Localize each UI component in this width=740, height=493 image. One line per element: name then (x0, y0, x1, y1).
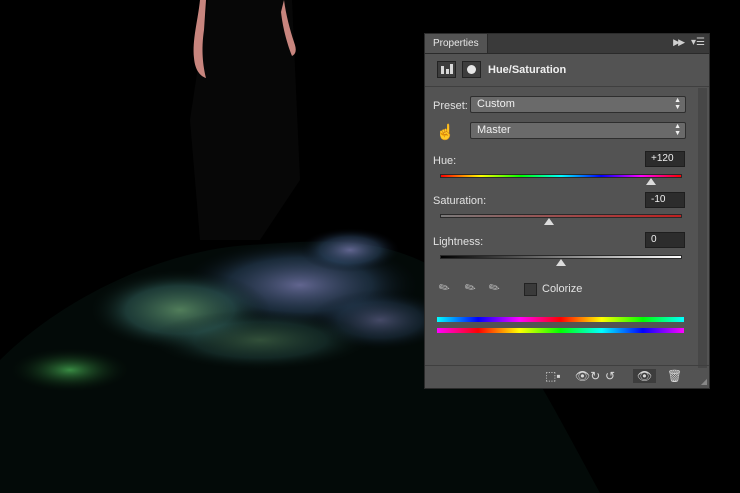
updown-arrows-icon: ▲ ▼ (674, 123, 681, 137)
targeted-adjustment-hand-icon[interactable]: ☝ (436, 123, 455, 141)
view-previous-icon[interactable]: 👁↻ (575, 369, 600, 383)
hue-slider-thumb[interactable] (645, 178, 656, 185)
tab-properties[interactable]: Properties (425, 34, 488, 53)
double-chevron-right-icon[interactable]: ▶▶ (673, 37, 685, 48)
colorize-label: Colorize (542, 283, 583, 295)
colorize-checkbox[interactable] (524, 283, 537, 296)
adjustment-title: Hue/Saturation (488, 64, 567, 76)
channel-value: Master (477, 124, 511, 136)
output-color-bar (437, 328, 684, 333)
eyedropper-minus-icon[interactable]: ✎ (486, 278, 503, 297)
hue-label: Hue: (433, 155, 457, 167)
panel-tabbar: Properties ▶▶ ▾☰ (425, 34, 709, 54)
panel-header: Hue/Saturation (425, 54, 709, 87)
lightness-label: Lightness: (433, 236, 484, 248)
channel-select[interactable]: Master ▲ ▼ (470, 122, 686, 139)
trash-icon[interactable]: 🗑 (667, 369, 682, 383)
panel-menu-icon[interactable]: ▾☰ (691, 37, 705, 48)
panel-footer: ⬚▪ 👁↻ ↺ 👁 🗑 ◢ (425, 365, 709, 388)
saturation-slider-track[interactable] (440, 214, 682, 218)
lightness-slider-thumb[interactable] (556, 259, 566, 266)
properties-panel: Properties ▶▶ ▾☰ Hue/Saturation Preset: … (424, 33, 710, 389)
eyedropper-icon[interactable]: ✎ (436, 278, 453, 297)
resize-grip-icon[interactable]: ◢ (701, 377, 707, 386)
saturation-input[interactable]: -10 (645, 192, 685, 208)
eyedropper-plus-icon[interactable]: ✎ (462, 278, 479, 297)
preset-value: Custom (477, 98, 515, 110)
levels-icon[interactable] (437, 61, 456, 78)
clip-to-layer-icon[interactable]: ⬚▪ (545, 369, 561, 383)
eye-icon[interactable]: 👁 (633, 369, 657, 383)
reset-icon[interactable]: ↺ (605, 369, 615, 383)
panel-scrollbar[interactable] (698, 88, 707, 368)
updown-arrows-icon: ▲ ▼ (674, 97, 681, 111)
saturation-label: Saturation: (433, 195, 487, 207)
preset-label: Preset: (433, 100, 468, 112)
saturation-slider-thumb[interactable] (543, 218, 554, 225)
lightness-input[interactable]: 0 (645, 232, 685, 248)
hue-input[interactable]: +120 (645, 151, 685, 167)
preset-select[interactable]: Custom ▲ ▼ (470, 96, 686, 113)
mask-icon[interactable] (462, 61, 481, 78)
input-color-bar (437, 317, 684, 322)
